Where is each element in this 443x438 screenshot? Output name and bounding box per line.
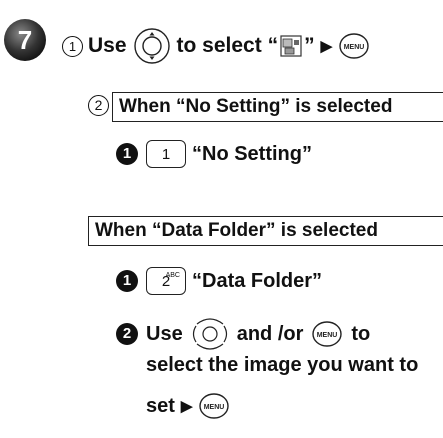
substep-marker-1: 1	[62, 35, 83, 57]
close-quote: ”	[304, 34, 315, 57]
key-2-icon: 2 ABC	[146, 267, 186, 295]
substep-marker-2: 2	[88, 95, 109, 116]
image-settings-icon	[280, 35, 302, 57]
navigation-key-icon	[133, 28, 170, 64]
key-1-icon: 1	[146, 140, 186, 168]
menu-key-icon: MENU	[199, 393, 230, 419]
bullet2-line-2: select the image you want to	[146, 354, 419, 376]
svg-text:MENU: MENU	[317, 332, 338, 339]
bullet-1b: 1	[116, 270, 138, 292]
step-number-badge: 7	[4, 19, 46, 61]
svg-text:MENU: MENU	[204, 404, 225, 411]
step-number: 7	[18, 25, 32, 55]
section-no-setting: When “No Setting” is selected	[112, 92, 443, 122]
section-data-folder: When “Data Folder” is selected	[88, 216, 443, 246]
arrow-icon: ▶	[180, 398, 193, 415]
instruction-line-1: 1 Use to select “ ” ▶ MENU	[62, 26, 370, 66]
bullet2-line-1: 2 Use and /or MENU to	[116, 316, 370, 352]
menu-key-icon: MENU	[339, 33, 369, 59]
bullet-2: 2	[116, 323, 138, 345]
menu-key-icon: MENU	[312, 321, 343, 347]
bullet2-line-3: set ▶ MENU	[146, 392, 230, 420]
use-text: Use	[88, 34, 127, 57]
menu-key-label: MENU	[344, 44, 365, 51]
arrow-icon: ▶	[320, 38, 333, 55]
b2-to-text: to	[351, 322, 371, 345]
select-text: to select “	[176, 34, 279, 57]
b2-andor-text: and /or	[236, 322, 304, 345]
b2-set-text: set	[146, 394, 175, 417]
b2-use-text: Use	[146, 322, 183, 345]
bullet-1: 1	[116, 143, 138, 165]
data-folder-label: “Data Folder”	[192, 269, 323, 292]
no-setting-label: “No Setting”	[192, 142, 312, 165]
navigation-key-icon	[192, 318, 227, 350]
no-setting-row: 1 1 “No Setting”	[116, 140, 312, 168]
data-folder-row: 1 2 ABC “Data Folder”	[116, 267, 322, 295]
